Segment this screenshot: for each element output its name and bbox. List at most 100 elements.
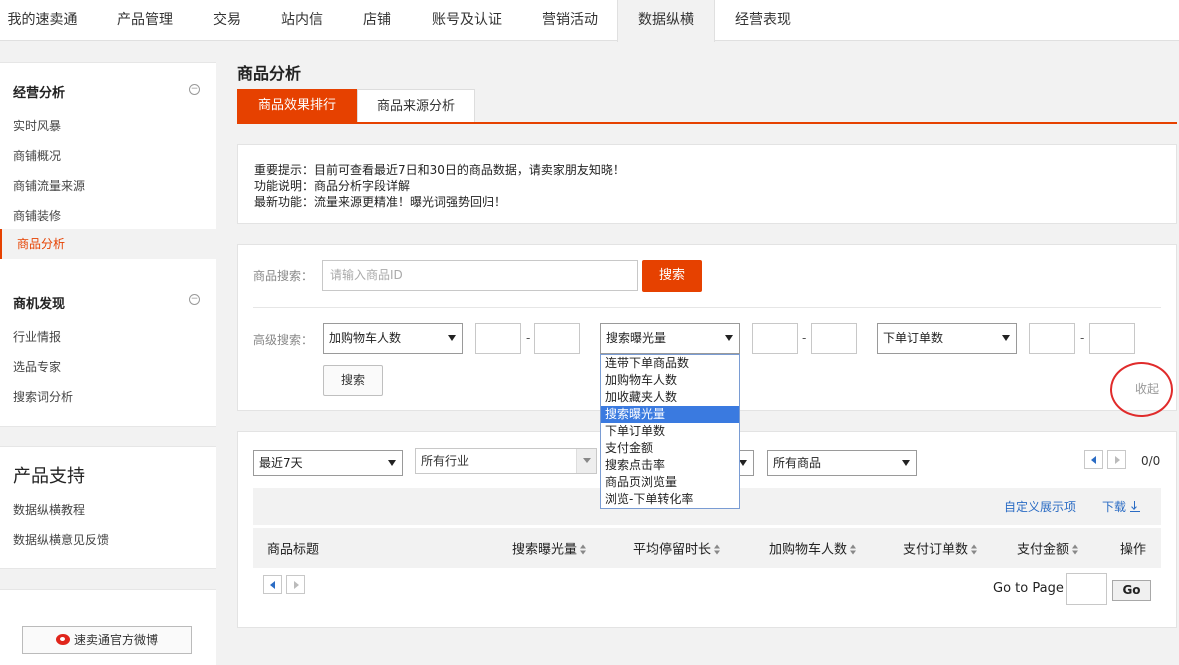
dropdown-option-selected[interactable]: 搜索曝光量 bbox=[601, 406, 739, 423]
chevron-down-icon bbox=[1002, 335, 1010, 341]
go-button[interactable]: Go bbox=[1112, 580, 1151, 601]
chevron-down-icon bbox=[739, 460, 747, 466]
sidebar-item-selection[interactable]: 选品专家 bbox=[13, 358, 61, 375]
metric-select-1[interactable]: 加购物车人数 bbox=[323, 323, 463, 354]
metric-select-1-value: 加购物车人数 bbox=[329, 331, 402, 345]
sidebar-item-realtime[interactable]: 实时风暴 bbox=[13, 117, 61, 134]
chevron-down-icon bbox=[388, 460, 396, 466]
notice-new-feature[interactable]: 最新功能：流量来源更精准！曝光词强势回归！ bbox=[254, 193, 506, 210]
dropdown-option[interactable]: 支付金额 bbox=[601, 440, 739, 457]
metric-select-3-value: 下单订单数 bbox=[883, 331, 944, 345]
sidebar-heading-opportunity: 商机发现 bbox=[13, 297, 66, 312]
period-select-value: 最近7天 bbox=[259, 456, 303, 470]
range-dash: - bbox=[526, 331, 531, 345]
range-dash: - bbox=[1080, 331, 1085, 345]
advanced-search-button[interactable]: 搜索 bbox=[323, 365, 383, 396]
metric-select-3[interactable]: 下单订单数 bbox=[877, 323, 1017, 354]
product-scope-select[interactable]: 所有商品 bbox=[767, 450, 917, 476]
col-header-orders-label: 支付订单数 bbox=[903, 542, 969, 558]
nav-tab-store[interactable]: 店铺 bbox=[350, 0, 404, 41]
tab-underline bbox=[237, 122, 1177, 124]
sort-icon bbox=[1072, 544, 1079, 555]
nav-tab-performance[interactable]: 经营表现 bbox=[723, 0, 803, 41]
sort-icon bbox=[580, 544, 587, 555]
nav-tab-account[interactable]: 账号及认证 bbox=[419, 0, 515, 41]
sidebar-item-industry[interactable]: 行业情报 bbox=[13, 328, 61, 345]
col-header-exposure[interactable]: 搜索曝光量 bbox=[512, 539, 587, 558]
search-label: 商品搜索： bbox=[253, 269, 314, 283]
page-count: 0/0 bbox=[1141, 454, 1161, 468]
sidebar-item-product-analysis[interactable]: 商品分析 bbox=[0, 229, 216, 259]
dropdown-option[interactable]: 加收藏夹人数 bbox=[601, 389, 739, 406]
range-max-2[interactable] bbox=[811, 323, 857, 354]
metric-select-2-value: 搜索曝光量 bbox=[606, 331, 667, 345]
chevron-down-icon bbox=[725, 335, 733, 341]
dropdown-option[interactable]: 搜索点击率 bbox=[601, 457, 739, 474]
sidebar-item-traffic-source[interactable]: 商铺流量来源 bbox=[13, 177, 85, 194]
period-select[interactable]: 最近7天 bbox=[253, 450, 403, 476]
next-page-button-top[interactable] bbox=[1107, 450, 1126, 469]
nav-tab-trade[interactable]: 交易 bbox=[202, 0, 252, 41]
goto-page-input[interactable] bbox=[1066, 573, 1107, 605]
col-header-dwell[interactable]: 平均停留时长 bbox=[633, 539, 721, 558]
nav-tab-data[interactable]: 数据纵横 bbox=[617, 0, 715, 42]
sidebar-item-feedback[interactable]: 数据纵横意见反馈 bbox=[13, 531, 109, 548]
nav-tab-my-aliexpress[interactable]: 我的速卖通 bbox=[0, 0, 85, 41]
col-header-actions: 操作 bbox=[1120, 542, 1147, 558]
sidebar-item-tutorial[interactable]: 数据纵横教程 bbox=[13, 501, 85, 518]
chevron-left-icon bbox=[1091, 456, 1096, 464]
weibo-button[interactable]: 速卖通官方微博 bbox=[22, 626, 192, 654]
weibo-button-label: 速卖通官方微博 bbox=[73, 633, 158, 647]
industry-select-value: 所有行业 bbox=[421, 454, 470, 468]
col-header-amount-label: 支付金额 bbox=[1017, 542, 1070, 558]
product-id-input[interactable]: 请输入商品ID bbox=[322, 260, 638, 291]
range-min-3[interactable] bbox=[1029, 323, 1075, 354]
dropdown-option[interactable]: 商品页浏览量 bbox=[601, 474, 739, 491]
tab-product-ranking[interactable]: 商品效果排行 bbox=[237, 89, 357, 123]
chevron-down-icon bbox=[448, 335, 456, 341]
collapse-icon[interactable]: − bbox=[189, 84, 200, 95]
sidebar-item-decoration[interactable]: 商铺装修 bbox=[13, 207, 61, 224]
sort-icon bbox=[971, 544, 978, 555]
notice-panel: 重要提示：目前可查看最近7日和30日的商品数据，请卖家朋友知晓！ 功能说明：商品… bbox=[237, 144, 1177, 224]
notice-function[interactable]: 功能说明：商品分析字段详解 bbox=[254, 177, 410, 194]
range-min-1[interactable] bbox=[475, 323, 521, 354]
download-link[interactable]: 下载 bbox=[1102, 498, 1141, 515]
col-header-exposure-label: 搜索曝光量 bbox=[512, 542, 578, 558]
sidebar-item-keywords[interactable]: 搜索词分析 bbox=[13, 388, 73, 405]
dropdown-option[interactable]: 连带下单商品数 bbox=[601, 355, 739, 372]
product-scope-select-value: 所有商品 bbox=[773, 456, 822, 470]
col-header-orders[interactable]: 支付订单数 bbox=[903, 539, 978, 558]
annotation-circle bbox=[1110, 362, 1173, 417]
sidebar-heading-support: 产品支持 bbox=[13, 466, 85, 487]
metric-select-2[interactable]: 搜索曝光量 bbox=[600, 323, 740, 354]
sort-icon bbox=[850, 544, 857, 555]
search-button[interactable]: 搜索 bbox=[642, 260, 702, 292]
sidebar-item-store-overview[interactable]: 商铺概况 bbox=[13, 147, 61, 164]
nav-tab-marketing[interactable]: 营销活动 bbox=[531, 0, 609, 41]
goto-page-label: Go to Page bbox=[993, 581, 1064, 596]
col-header-dwell-label: 平均停留时长 bbox=[633, 542, 712, 558]
range-min-2[interactable] bbox=[752, 323, 798, 354]
next-page-button-bottom[interactable] bbox=[286, 575, 305, 594]
chevron-right-icon bbox=[294, 581, 299, 589]
nav-tab-messages[interactable]: 站内信 bbox=[268, 0, 336, 41]
industry-select[interactable]: 所有行业 bbox=[415, 448, 597, 474]
col-header-title: 商品标题 bbox=[267, 542, 320, 558]
range-max-3[interactable] bbox=[1089, 323, 1135, 354]
collapse-icon[interactable]: − bbox=[189, 294, 200, 305]
col-header-cart[interactable]: 加购物车人数 bbox=[769, 539, 857, 558]
nav-tab-products[interactable]: 产品管理 bbox=[103, 0, 187, 41]
download-label: 下载 bbox=[1102, 500, 1127, 514]
dropdown-option[interactable]: 下单订单数 bbox=[601, 423, 739, 440]
dropdown-option[interactable]: 加购物车人数 bbox=[601, 372, 739, 389]
range-max-1[interactable] bbox=[534, 323, 580, 354]
metric-dropdown-list: 连带下单商品数 加购物车人数 加收藏夹人数 搜索曝光量 下单订单数 支付金额 搜… bbox=[600, 354, 740, 509]
dropdown-option[interactable]: 浏览-下单转化率 bbox=[601, 491, 739, 508]
prev-page-button-top[interactable] bbox=[1084, 450, 1103, 469]
custom-columns-link[interactable]: 自定义展示项 bbox=[1004, 498, 1076, 515]
col-header-amount[interactable]: 支付金额 bbox=[1017, 539, 1079, 558]
prev-page-button-bottom[interactable] bbox=[263, 575, 282, 594]
sidebar-heading-business: 经营分析 bbox=[13, 86, 66, 101]
tab-product-source[interactable]: 商品来源分析 bbox=[357, 89, 475, 123]
